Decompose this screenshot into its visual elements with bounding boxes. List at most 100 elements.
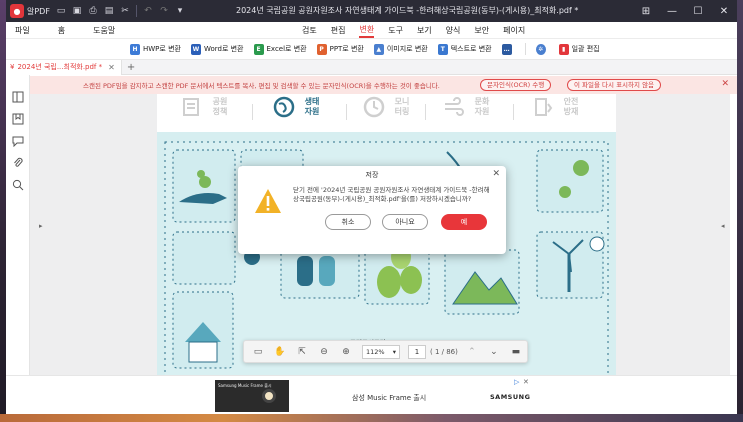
hand-tool-icon[interactable]: ✋ (272, 344, 288, 360)
menu-security[interactable]: 보안 (474, 25, 489, 36)
scroll-right-icon[interactable]: ◂ (721, 222, 725, 230)
advertisement-bar[interactable]: Samsung Music Frame 출시 삼성 Music Frame 출시… (6, 375, 737, 414)
menu-page[interactable]: 페이지 (503, 25, 525, 36)
minimize-button[interactable]: — (659, 0, 685, 22)
category-separator (346, 104, 347, 120)
app-window: ● 알PDF ▭ ▣ ⎙ ▤ ✂ ↶ ↷ ▾ 2024년 국립공원 공원자원조사… (6, 0, 737, 414)
undo-icon[interactable]: ↶ (140, 3, 156, 19)
batch-edit-icon: ▮ (558, 43, 569, 55)
no-button[interactable]: 아니요 (382, 214, 428, 230)
zoom-out-icon[interactable]: ⊖ (316, 344, 332, 360)
category-line2: 방재 (563, 107, 579, 116)
convert-image-label: 이미지로 변환 (386, 45, 428, 53)
category-separator (513, 104, 514, 120)
thumbnail-panel-icon[interactable] (12, 91, 24, 103)
scan-icon[interactable]: ▤ (101, 3, 117, 19)
cut-icon[interactable]: ✂ (117, 3, 133, 19)
comment-panel-icon[interactable] (12, 135, 24, 148)
ad-brand: SAMSUNG (490, 393, 531, 401)
save-icon[interactable]: ▣ (69, 3, 85, 19)
ad-info-icon[interactable]: ▷ (514, 378, 519, 386)
sidebar-toggle-icon[interactable]: ▭ (250, 344, 266, 360)
settings-button[interactable]: ✲ (535, 41, 549, 57)
category-line1: 모니 (394, 97, 410, 106)
print-icon[interactable]: ⎙ (85, 3, 101, 19)
menu-file[interactable]: 파일 (15, 25, 30, 36)
document-tab[interactable]: ¥ 2024년 국립...최적화.pdf * ✕ (6, 59, 122, 75)
ad-headline[interactable]: 삼성 Music Frame 출시 (352, 393, 426, 403)
view-mode-icon[interactable]: ▬ (508, 344, 524, 360)
maximize-button[interactable]: ☐ (685, 0, 711, 22)
quick-access-dropdown-icon[interactable]: ▾ (172, 3, 188, 19)
category-line2: 정책 (212, 107, 228, 116)
yes-button[interactable]: 예 (441, 214, 487, 230)
attachment-icon[interactable] (12, 157, 24, 169)
more-convert-button[interactable]: … (501, 41, 515, 57)
menu-right-group: 검토 편집 변환 도구 보기 양식 보안 페이지 (302, 22, 525, 39)
select-tool-icon[interactable]: ⇱ (294, 344, 310, 360)
category-park-policy: 공원 정책 (181, 96, 233, 118)
close-window-button[interactable]: ✕ (711, 0, 737, 22)
convert-word-button[interactable]: W Word로 변환 (190, 41, 244, 57)
ad-close-icon[interactable]: ✕ (523, 378, 529, 386)
batch-edit-label: 일괄 편집 (571, 45, 600, 53)
scroll-left-icon[interactable]: ▸ (39, 222, 43, 230)
zoom-in-icon[interactable]: ⊕ (338, 344, 354, 360)
ad-thumbnail[interactable]: Samsung Music Frame 출시 (215, 380, 289, 412)
desktop-right-edge (737, 0, 743, 422)
open-folder-icon[interactable]: ▭ (53, 3, 69, 19)
add-tab-button[interactable]: + (127, 62, 135, 73)
category-safety: 안전 방재 (532, 96, 584, 118)
policy-icon (183, 98, 199, 116)
page-count: ( 1 / 86) (430, 347, 458, 356)
menu-form[interactable]: 양식 (446, 25, 461, 36)
hwp-icon: H (130, 43, 140, 55)
dont-show-again-button[interactable]: 이 파일을 다시 표시하지 않음 (567, 79, 662, 91)
menu-edit[interactable]: 편집 (331, 25, 346, 36)
batch-edit-button[interactable]: ▮ 일괄 편집 (558, 41, 600, 57)
category-line2: 자원 (474, 107, 490, 116)
close-ocr-bar-icon[interactable]: ✕ (721, 79, 729, 89)
convert-ppt-button[interactable]: P PPT로 변환 (316, 41, 364, 57)
safety-icon (535, 98, 553, 116)
ad-thumb-label: Samsung Music Frame 출시 (218, 383, 272, 388)
menu-convert[interactable]: 변환 (359, 24, 375, 38)
run-ocr-button[interactable]: 문자인식(OCR) 수행 (480, 79, 552, 91)
dialog-close-icon[interactable]: ✕ (492, 169, 500, 179)
convert-text-button[interactable]: T 텍스트로 변환 (437, 41, 492, 57)
ribbon-toolbar: H HWP로 변환 W Word로 변환 E Excel로 변환 P PPT로 … (6, 39, 737, 60)
zoom-select[interactable]: 112% ▾ (362, 344, 400, 359)
cancel-button[interactable]: 취소 (325, 214, 371, 230)
convert-word-label: Word로 변환 (203, 45, 244, 53)
text-icon: T (437, 43, 448, 55)
category-separator (425, 104, 426, 120)
menu-home[interactable]: 홈 (58, 25, 65, 36)
bookmark-panel-icon[interactable] (12, 113, 24, 125)
page-navigation-toolbar: ▭ ✋ ⇱ ⊖ ⊕ 112% ▾ 1 ( 1 / 86) ⌃ ⌄ ▬ (243, 340, 528, 363)
dialog-message: 닫기 전에 '2024년 국립공원 공원자원조사 자연생태계 가이드북 -한려해… (293, 186, 490, 203)
close-tab-icon[interactable]: ✕ (108, 63, 115, 72)
ribbon-separator (524, 43, 526, 55)
window-controls: ⊞ — ☐ ✕ (633, 0, 737, 22)
ppt-icon: P (316, 43, 327, 55)
menu-review[interactable]: 검토 (302, 25, 317, 36)
next-page-icon[interactable]: ⌄ (486, 344, 502, 360)
convert-excel-button[interactable]: E Excel로 변환 (253, 41, 307, 57)
menu-help[interactable]: 도움말 (93, 25, 115, 36)
page-number-input[interactable]: 1 (408, 344, 426, 359)
title-bar: ● 알PDF ▭ ▣ ⎙ ▤ ✂ ↶ ↷ ▾ 2024년 국립공원 공원자원조사… (6, 0, 737, 22)
word-icon: W (190, 43, 201, 55)
convert-image-button[interactable]: ▲ 이미지로 변환 (373, 41, 428, 57)
search-icon[interactable] (12, 179, 24, 191)
prev-page-icon[interactable]: ⌃ (464, 344, 480, 360)
tab-pin-icon: ¥ (10, 63, 15, 71)
category-line2: 터링 (394, 107, 410, 116)
menu-tools[interactable]: 도구 (388, 25, 403, 36)
pin-icon[interactable]: ⊞ (633, 0, 659, 22)
document-tab-label: 2024년 국립...최적화.pdf * (17, 63, 103, 71)
dialog-title: 저장 (365, 171, 379, 179)
menu-view[interactable]: 보기 (417, 25, 432, 36)
convert-hwp-button[interactable]: H HWP로 변환 (130, 41, 181, 57)
category-line1: 문화 (474, 97, 490, 106)
redo-icon[interactable]: ↷ (156, 3, 172, 19)
